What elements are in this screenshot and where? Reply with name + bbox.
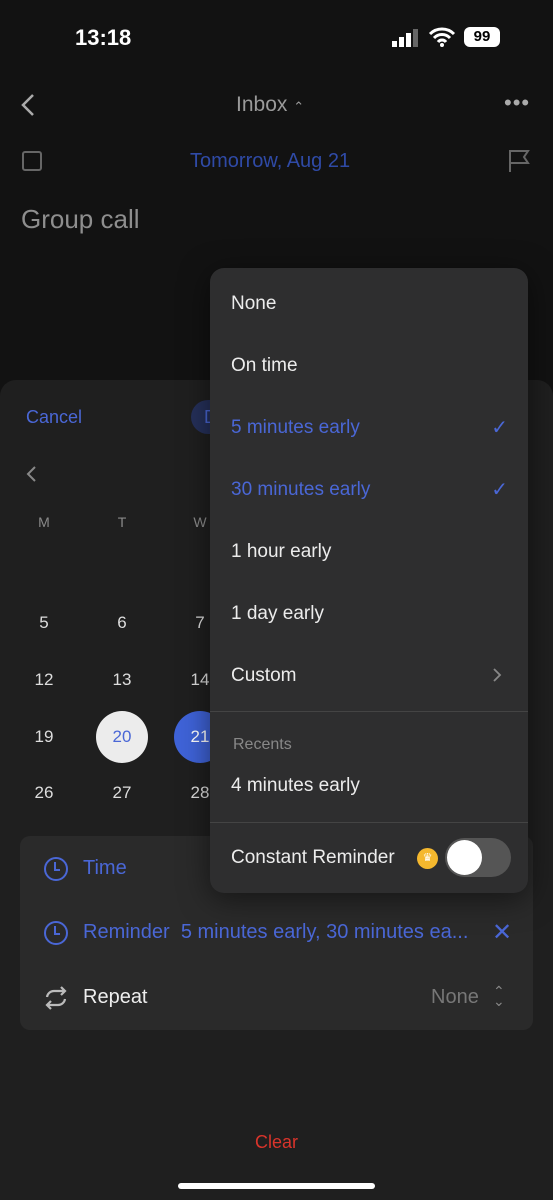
reminder-option[interactable]: Reminder 5 minutes early, 30 minutes ea.… <box>83 921 468 944</box>
weekday-label: M <box>38 514 50 530</box>
recents-header: Recents <box>233 736 292 753</box>
menu-item-1-day[interactable]: 1 day early <box>231 603 324 625</box>
chevron-updown-icon: ⌃ ⌄ <box>493 983 505 1009</box>
constant-reminder-toggle[interactable] <box>445 838 511 877</box>
reminder-menu: None On time 5 minutes early ✓ 30 minute… <box>210 268 528 893</box>
weekday-label: T <box>117 514 127 530</box>
repeat-value[interactable]: None <box>431 986 479 1009</box>
project-title: Inbox <box>236 93 288 116</box>
battery-indicator: 99 <box>464 27 500 47</box>
repeat-option[interactable]: Repeat <box>83 986 148 1009</box>
cancel-button[interactable]: Cancel <box>26 407 82 428</box>
task-checkbox[interactable] <box>22 151 42 171</box>
task-title[interactable]: Group call <box>21 204 140 235</box>
chevron-updown-icon: ⌃ <box>293 99 305 114</box>
reminder-label: Reminder <box>83 921 170 943</box>
home-indicator <box>178 1183 375 1189</box>
constant-reminder-label: Constant Reminder <box>231 847 395 868</box>
calendar-day-today[interactable]: 20 <box>96 711 148 763</box>
menu-item-none[interactable]: None <box>231 293 276 315</box>
project-selector[interactable]: Inbox ⌃ <box>236 93 304 117</box>
menu-item-5-min[interactable]: 5 minutes early <box>231 417 360 439</box>
alarm-icon <box>44 921 68 945</box>
reminder-value: 5 minutes early, 30 minutes ea... <box>180 921 469 943</box>
back-icon[interactable] <box>18 92 38 118</box>
calendar-day[interactable]: 13 <box>96 654 148 706</box>
toggle-knob <box>447 840 482 875</box>
divider <box>210 711 528 712</box>
more-icon[interactable]: ••• <box>504 90 530 116</box>
checkmark-icon: ✓ <box>491 479 508 501</box>
calendar-day[interactable]: 12 <box>18 654 70 706</box>
chevron-right-icon <box>493 668 502 682</box>
calendar-day[interactable]: 19 <box>18 711 70 763</box>
signal-icon <box>392 29 418 47</box>
calendar-day[interactable]: 26 <box>18 767 70 819</box>
menu-item-1-hour[interactable]: 1 hour early <box>231 541 331 563</box>
menu-item-30-min[interactable]: 30 minutes early <box>231 479 370 501</box>
menu-item-recent[interactable]: 4 minutes early <box>231 775 360 797</box>
calendar-day[interactable]: 6 <box>96 597 148 649</box>
flag-icon[interactable] <box>507 148 531 174</box>
repeat-icon <box>45 986 67 1010</box>
menu-item-custom[interactable]: Custom <box>231 665 296 687</box>
prev-month-icon[interactable] <box>24 464 38 484</box>
wifi-icon <box>428 27 456 47</box>
checkmark-icon: ✓ <box>491 417 508 439</box>
status-time: 13:18 <box>75 25 132 50</box>
calendar-day[interactable]: 5 <box>18 597 70 649</box>
calendar-day[interactable]: 27 <box>96 767 148 819</box>
time-option[interactable]: Time <box>83 857 127 880</box>
menu-item-on-time[interactable]: On time <box>231 355 298 377</box>
clear-reminder-icon[interactable]: ✕ <box>492 918 512 947</box>
crown-icon: ♛ <box>417 848 438 869</box>
due-date[interactable]: Tomorrow, Aug 21 <box>190 150 350 173</box>
clock-icon <box>44 857 68 881</box>
divider <box>210 822 528 823</box>
clear-button[interactable]: Clear <box>0 1132 553 1153</box>
